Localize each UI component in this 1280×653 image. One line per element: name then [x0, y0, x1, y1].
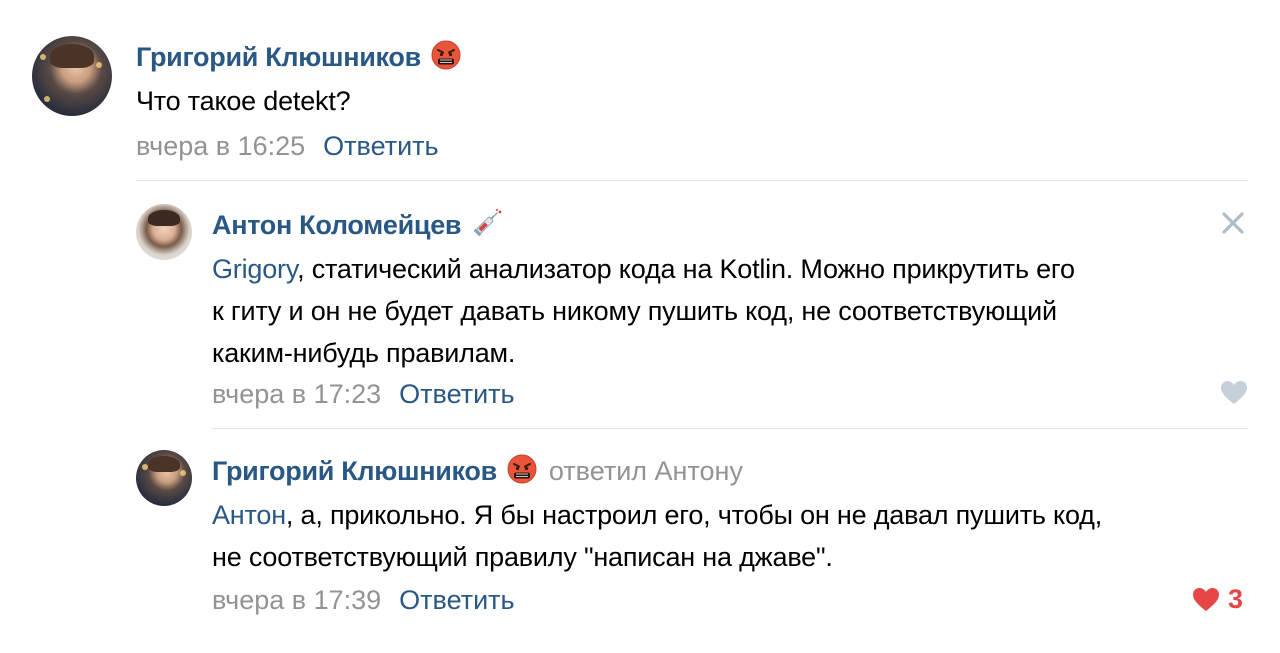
comment-text-line: каким-нибудь правилам. — [212, 338, 516, 368]
reply-button[interactable]: Ответить — [399, 585, 514, 615]
comment-meta: вчера в 17:39 Ответить — [212, 584, 515, 616]
comment-text-line: , а, прикольно. Я бы настроил его, чтобы… — [285, 500, 1103, 530]
comment-text-line: не соответствующий правилу "написан на д… — [212, 542, 833, 572]
divider — [136, 180, 1248, 181]
like-button[interactable] — [1220, 380, 1248, 406]
syringe-icon — [471, 208, 503, 245]
mention-link[interactable]: Grigory — [212, 254, 297, 284]
avatar[interactable] — [136, 204, 192, 260]
comment-meta: вчера в 17:23 Ответить — [212, 378, 515, 410]
comment-text: Что такое detekt? — [136, 86, 351, 116]
comment-header: Антон Коломейцев — [212, 208, 503, 245]
heart-icon — [1192, 587, 1220, 613]
like-button[interactable]: 3 — [1192, 584, 1243, 615]
comment-header: Григорий Клюшников — [136, 40, 461, 77]
comment-time[interactable]: вчера в 17:23 — [212, 379, 381, 409]
comment-meta: вчера в 16:25 Ответить — [136, 130, 439, 162]
angry-face-icon — [431, 40, 461, 77]
author-name[interactable]: Антон Коломейцев — [212, 210, 462, 240]
comment-text-line: , статический анализатор кода на Kotlin.… — [297, 254, 1075, 284]
reply-button[interactable]: Ответить — [399, 379, 514, 409]
comment-time[interactable]: вчера в 17:39 — [212, 585, 381, 615]
mention-link[interactable]: Антон — [212, 500, 286, 530]
comment-time[interactable]: вчера в 16:25 — [136, 131, 305, 161]
comment-text-line: к гиту и он не будет давать никому пушит… — [212, 296, 1057, 326]
comment-text: Антон, а, прикольно. Я бы настроил его, … — [212, 494, 1252, 578]
close-icon[interactable] — [1220, 210, 1246, 236]
heart-icon — [1220, 380, 1248, 406]
angry-face-icon — [507, 454, 537, 491]
reply-button[interactable]: Ответить — [323, 131, 438, 161]
like-count: 3 — [1228, 584, 1244, 614]
replied-to-label[interactable]: ответил Антону — [549, 456, 743, 486]
comment-text: Grigory, статический анализатор кода на … — [212, 248, 1242, 374]
comment-header: Григорий Клюшников ответил Антону — [212, 454, 743, 491]
avatar[interactable] — [136, 450, 192, 506]
avatar[interactable] — [32, 36, 112, 116]
divider — [212, 428, 1248, 429]
author-name[interactable]: Григорий Клюшников — [212, 456, 497, 486]
author-name[interactable]: Григорий Клюшников — [136, 42, 421, 72]
